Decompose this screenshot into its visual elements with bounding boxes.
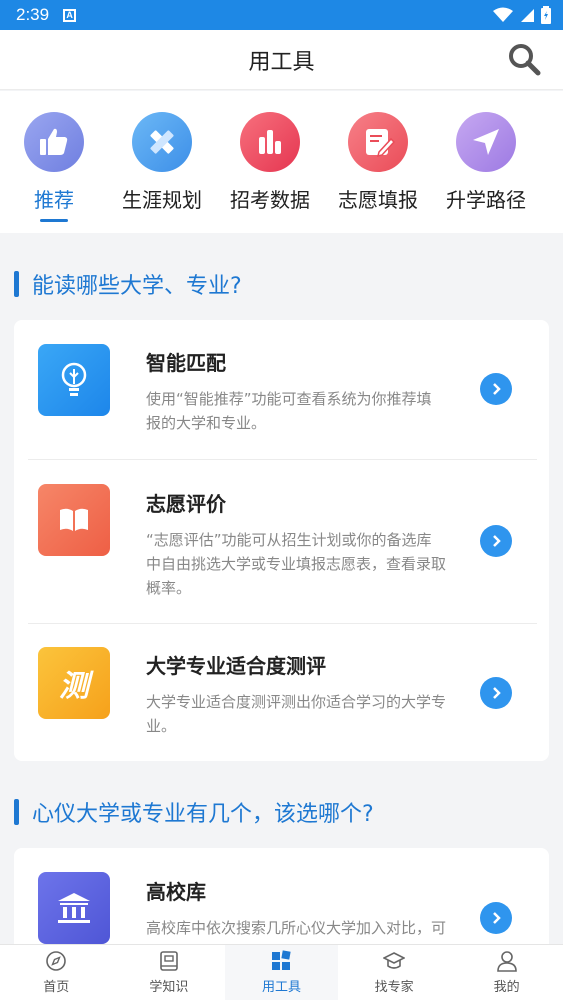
grid-tools-icon (272, 950, 292, 970)
chevron-right-icon[interactable] (480, 373, 512, 405)
chevron-right-icon[interactable] (480, 902, 512, 934)
section-title-text: 能读哪些大学、专业? (32, 274, 242, 299)
tab-volunteer-fill[interactable]: 志愿填报 (324, 91, 432, 233)
nav-me[interactable]: 我的 (450, 945, 563, 1000)
category-tabs: 推荐 生涯规划 招考数据 志愿填报 升学路径 (0, 91, 563, 233)
nav-experts[interactable]: 找专家 (338, 945, 451, 1000)
tool-item-smart-match[interactable]: 智能匹配 使用“智能推荐”功能可查看系统为你推荐填报的大学和专业。 (14, 320, 549, 459)
pencil-ruler-icon (132, 112, 192, 172)
university-building-icon (38, 872, 110, 944)
nav-label: 我的 (493, 980, 520, 995)
bottom-navigation: 首页 学知识 用工具 找专家 我的 (0, 944, 563, 1000)
search-icon[interactable] (507, 42, 541, 76)
tab-career-planning[interactable]: 生涯规划 (108, 91, 216, 233)
tool-name: 智能匹配 (146, 351, 226, 375)
bar-chart-icon (240, 112, 300, 172)
tool-description: “志愿评估”功能可从招生计划或你的备选库中自由挑选大学或专业填报志愿表，查看录取… (146, 531, 447, 597)
tool-item-major-fit-test[interactable]: 测 大学专业适合度测评 大学专业适合度测评测出你适合学习的大学专业。 (14, 624, 549, 761)
tab-label: 推荐 (34, 188, 74, 212)
nav-home[interactable]: 首页 (0, 945, 113, 1000)
battery-icon (541, 6, 551, 24)
tool-item-body: 高校库 高校库中依次搜索几所心仪大学加入对比，可比较大学各项条件差异。 (146, 876, 446, 944)
tool-item-body: 大学专业适合度测评 大学专业适合度测评测出你适合学习的大学专业。 (146, 650, 446, 738)
graduation-cap-icon (383, 952, 406, 969)
signal-icon (521, 9, 534, 22)
tools-card-2: 高校库 高校库中依次搜索几所心仪大学加入对比，可比较大学各项条件差异。 (14, 848, 549, 944)
form-edit-icon (348, 112, 408, 172)
status-time: 2:39 (16, 5, 50, 24)
tool-name: 高校库 (146, 880, 206, 904)
tool-item-body: 志愿评价 “志愿评估”功能可从招生计划或你的备选库中自由挑选大学或专业填报志愿表… (146, 488, 446, 600)
tool-name: 志愿评价 (146, 492, 226, 516)
tab-label: 招考数据 (230, 188, 310, 212)
section-accent-bar (14, 799, 19, 825)
tab-label: 生涯规划 (122, 188, 202, 212)
active-tab-indicator (40, 219, 68, 222)
tools-card-1: 智能匹配 使用“智能推荐”功能可查看系统为你推荐填报的大学和专业。 志愿评价 “… (14, 320, 549, 761)
nav-label: 用工具 (261, 980, 301, 995)
tool-item-volunteer-evaluation[interactable]: 志愿评价 “志愿评估”功能可从招生计划或你的备选库中自由挑选大学或专业填报志愿表… (14, 460, 549, 623)
tool-item-university-library[interactable]: 高校库 高校库中依次搜索几所心仪大学加入对比，可比较大学各项条件差异。 (14, 848, 549, 944)
tile-text: 测 (59, 669, 89, 704)
nav-label: 首页 (43, 980, 70, 995)
tool-item-body: 智能匹配 使用“智能推荐”功能可查看系统为你推荐填报的大学和专业。 (146, 347, 446, 435)
tab-recommend[interactable]: 推荐 (0, 91, 108, 233)
open-book-icon (38, 484, 110, 556)
chevron-right-icon[interactable] (480, 525, 512, 557)
section-accent-bar (14, 271, 19, 297)
notification-a-icon: A (63, 8, 77, 22)
nav-tools[interactable]: 用工具 (225, 945, 338, 1000)
tab-label: 志愿填报 (338, 188, 418, 212)
wifi-icon (493, 7, 513, 22)
book-icon (160, 951, 178, 971)
nav-label: 找专家 (374, 980, 414, 995)
compass-icon (46, 951, 67, 971)
tool-description: 大学专业适合度测评测出你适合学习的大学专业。 (146, 693, 447, 735)
nav-learn[interactable]: 学知识 (113, 945, 226, 1000)
navigation-arrow-icon (456, 112, 516, 172)
thumbs-up-icon (24, 112, 84, 172)
section-title-universities: 能读哪些大学、专业? (14, 268, 242, 300)
test-badge-icon: 测 (38, 647, 110, 719)
user-icon (496, 951, 517, 972)
status-icons (493, 6, 551, 24)
section-title-choose-university: 心仪大学或专业有几个，该选哪个? (14, 796, 374, 828)
page-title: 用工具 (248, 49, 315, 75)
status-bar: 2:39 A (0, 0, 563, 30)
tab-admission-data[interactable]: 招考数据 (216, 91, 324, 233)
tool-description: 高校库中依次搜索几所心仪大学加入对比，可比较大学各项条件差异。 (146, 919, 447, 944)
lightbulb-icon (38, 344, 110, 416)
tab-label: 升学路径 (446, 188, 526, 212)
tab-education-path[interactable]: 升学路径 (432, 91, 540, 233)
nav-label: 学知识 (149, 980, 189, 995)
chevron-right-icon[interactable] (480, 677, 512, 709)
tool-description: 使用“智能推荐”功能可查看系统为你推荐填报的大学和专业。 (146, 390, 432, 432)
app-header: 用工具 (0, 30, 563, 90)
section-title-text: 心仪大学或专业有几个，该选哪个? (32, 802, 374, 827)
tool-name: 大学专业适合度测评 (146, 654, 326, 678)
